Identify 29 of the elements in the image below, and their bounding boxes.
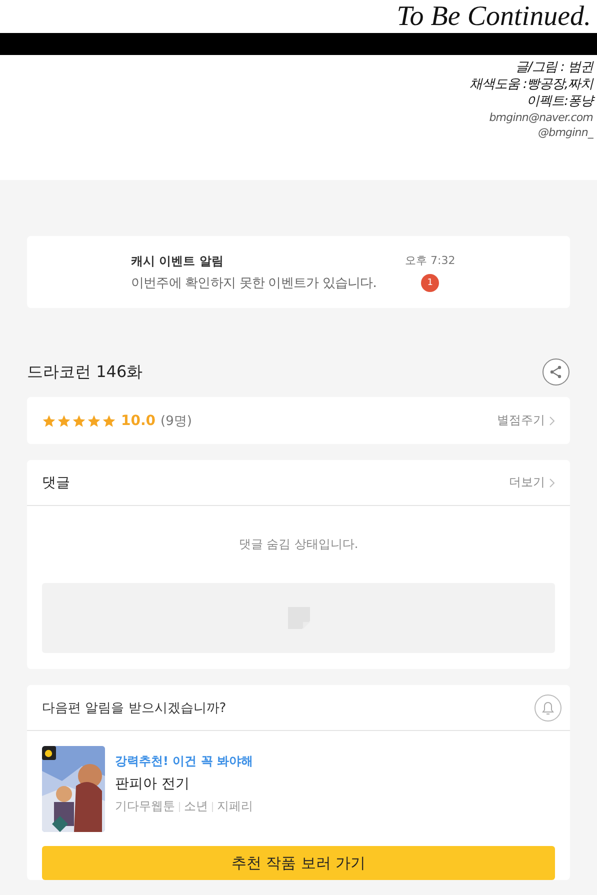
comic-credit: 이펙트:퐁냥: [526, 93, 593, 110]
notification-message: 이번주에 확인하지 못한 이벤트가 있습니다.: [131, 274, 378, 292]
recommended-title[interactable]: 판피아 전기: [115, 775, 254, 793]
comic-contact: @bmginn_: [538, 125, 593, 140]
unread-badge: 1: [421, 274, 440, 292]
comic-contact: bmginn@naver.com: [489, 110, 593, 125]
chevron-icon: [549, 478, 555, 488]
recommend-tagline: 강력추천! 이건 꼭 봐야해: [115, 753, 254, 770]
comic-ending-text: To Be Continued.: [396, 0, 592, 33]
genre-tag: 기다무웹툰: [115, 798, 175, 815]
comic-credit: 글/그림 : 범귄: [515, 59, 593, 76]
notification-time: 오후 7:32: [405, 252, 456, 268]
episode-title: 드라코런 146화: [27, 362, 143, 382]
comic-credit: 채색도움 :빵공장,짜치: [469, 76, 593, 93]
notification-title: 캐시 이벤트 알림: [131, 252, 224, 270]
chevron-icon: [549, 416, 555, 426]
notification-card[interactable]: 캐시 이벤트 알림 이번주에 확인하지 못한 이벤트가 있습니다. 오후 7:32 1: [27, 236, 570, 308]
share-icon[interactable]: [542, 358, 570, 386]
rate-link[interactable]: 별점주기: [497, 412, 555, 429]
comments-title: 댓글: [42, 474, 70, 492]
more-link[interactable]: 더보기: [509, 474, 555, 491]
rating-count: (9명): [160, 412, 192, 430]
genre-tag: 지페리: [217, 798, 253, 815]
recommend-button[interactable]: 추천 작품 보러 가기: [42, 846, 555, 880]
comments-hidden-notice: 댓글 숨김 상태입니다.: [238, 536, 358, 553]
genre-tag: 소년: [184, 798, 208, 815]
rating-score: 10.0: [121, 412, 156, 428]
next-episode-question: 다음편 알림을 받으시겠습니까?: [42, 700, 226, 716]
bell-icon[interactable]: [534, 694, 562, 722]
